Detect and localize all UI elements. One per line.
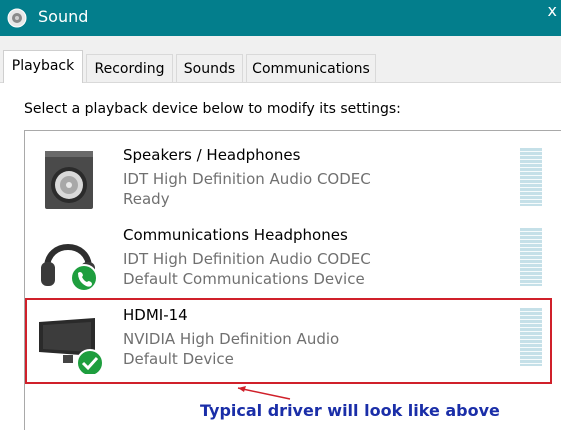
device-row[interactable]: Speakers / Headphones IDT High Definitio… xyxy=(25,138,550,216)
device-driver: IDT High Definition Audio CODEC xyxy=(123,170,371,188)
device-name: Speakers / Headphones xyxy=(123,146,301,164)
phone-badge-icon xyxy=(70,264,98,292)
title-bar: Sound x xyxy=(0,0,561,36)
device-driver: IDT High Definition Audio CODEC xyxy=(123,250,371,268)
speaker-icon xyxy=(7,8,27,28)
window-title: Sound xyxy=(38,7,89,26)
instruction-text: Select a playback device below to modify… xyxy=(24,101,401,117)
device-status: Ready xyxy=(123,190,170,208)
highlight-box xyxy=(25,298,552,384)
tab-sounds[interactable]: Sounds xyxy=(176,54,243,82)
headphones-icon xyxy=(41,244,98,292)
device-status: Default Communications Device xyxy=(123,270,365,288)
level-meter xyxy=(520,148,542,206)
close-icon[interactable]: x xyxy=(548,3,557,19)
device-name: Communications Headphones xyxy=(123,226,348,244)
device-row[interactable]: Communications Headphones IDT High Defin… xyxy=(25,218,550,296)
tab-playback[interactable]: Playback xyxy=(3,50,83,83)
tab-recording[interactable]: Recording xyxy=(86,54,173,82)
tab-communications[interactable]: Communications xyxy=(246,54,376,82)
level-meter xyxy=(520,228,542,286)
annotation-text: Typical driver will look like above xyxy=(200,401,500,420)
speaker-box-icon xyxy=(45,151,93,209)
